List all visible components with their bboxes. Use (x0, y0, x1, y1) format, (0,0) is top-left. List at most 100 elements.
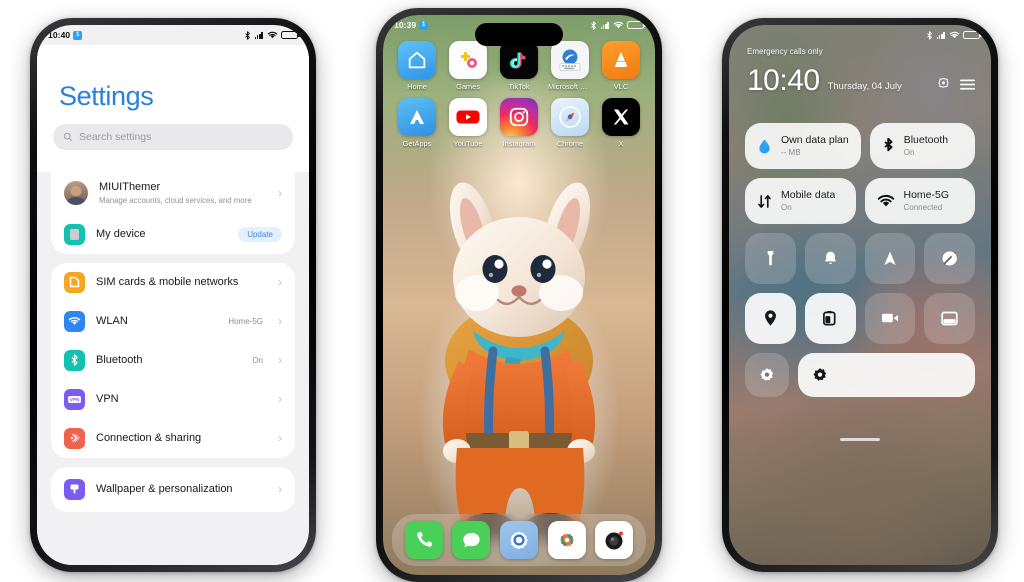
app-youtube[interactable]: YouTube (448, 98, 488, 148)
sim-card-icon (64, 271, 85, 293)
app-instagram[interactable]: Instagram (499, 98, 539, 148)
screen-recorder-toggle[interactable] (864, 292, 916, 344)
data-plan-tile[interactable]: Own data plan -- MB (745, 123, 861, 169)
battery-saver-toggle[interactable] (804, 292, 856, 344)
wallpaper-character (442, 182, 596, 541)
control-center-header: 10:40 Thursday, 04 July (747, 66, 975, 96)
carrier-label: Emergency calls only (747, 47, 823, 56)
sidebar-item-connection-sharing[interactable]: Connection & sharing › (51, 419, 295, 458)
connection-sharing-icon (64, 427, 85, 449)
app-games[interactable]: Games (448, 41, 488, 91)
tile-title: Bluetooth (903, 134, 949, 146)
dark-mode-toggle[interactable] (924, 233, 975, 284)
status-time: 10:39 (394, 20, 417, 30)
mobile-data-tile[interactable]: Mobile data On (745, 178, 856, 224)
tile-subtitle: -- MB (781, 147, 801, 157)
sidebar-item-vpn[interactable]: VPN VPN › (51, 380, 295, 419)
app-tiktok[interactable]: TikTok (499, 41, 539, 91)
device-text: My device (96, 228, 227, 242)
status-bar-right (244, 30, 300, 40)
app-x[interactable]: X (601, 98, 641, 148)
home-screen-phone: 10:39 1 Home Games TikTok Microsoft Sw V… (376, 8, 662, 582)
settings-scroll-area[interactable]: Settings Search settings MIUIThemer Mana… (37, 45, 309, 565)
status-time: 10:40 (48, 30, 71, 40)
camera-app-icon[interactable] (595, 521, 634, 559)
silent-toggle[interactable] (804, 233, 856, 284)
phone-app-icon[interactable] (404, 521, 443, 559)
search-input[interactable]: Search settings (53, 124, 293, 150)
x-app-icon (602, 98, 640, 136)
sidebar-item-sim[interactable]: SIM cards & mobile networks › (51, 263, 295, 302)
tiktok-app-icon (500, 41, 538, 79)
signal-icon (254, 31, 263, 39)
search-placeholder: Search settings (79, 131, 152, 143)
wifi-icon (949, 31, 959, 39)
settings-gear-icon[interactable] (936, 77, 951, 92)
status-bar-right (926, 30, 982, 40)
page-title: Settings (37, 45, 309, 124)
gps-toggle[interactable] (745, 292, 796, 344)
account-subtitle: Manage accounts, cloud services, and mor… (99, 195, 252, 205)
setting-label: Wallpaper & personalization (96, 482, 233, 495)
instagram-app-icon (500, 98, 538, 136)
menu-hamburger-icon[interactable] (960, 78, 975, 91)
split-screen-toggle[interactable] (924, 292, 975, 344)
account-text: MIUIThemer Manage accounts, cloud servic… (99, 181, 267, 206)
chevron-right-icon: › (278, 186, 282, 201)
app-label: Microsoft SwiftK... (548, 82, 592, 91)
app-chrome[interactable]: Chrome (550, 98, 590, 148)
navigation-arrow-icon (884, 251, 896, 265)
bluetooth-tile[interactable]: Bluetooth On (869, 123, 975, 169)
wifi-tile[interactable]: Home-5G Connected (864, 178, 975, 224)
battery-saver-icon (823, 310, 836, 326)
contrast-circle-icon (942, 251, 957, 266)
sidebar-item-wallpaper[interactable]: Wallpaper & personalization › (51, 467, 295, 512)
big-tile-row-2: Mobile data On Home-5G Connected (745, 178, 975, 224)
app-getapps[interactable]: GetApps (397, 98, 437, 148)
signal-icon (936, 31, 945, 39)
settings-app-icon[interactable] (499, 521, 538, 559)
tile-subtitle: Connected (903, 202, 943, 212)
setting-value: Home-5G (228, 316, 263, 326)
flower-badge-icon (760, 367, 774, 381)
toggle-row-2 (745, 292, 975, 344)
my-device-row[interactable]: My device Update (51, 215, 295, 254)
app-label: X (618, 139, 624, 148)
search-wrap: Search settings (37, 124, 309, 164)
status-bar-left: 10:39 1 (394, 20, 429, 30)
sidebar-item-wlan[interactable]: WLAN Home-5G › (51, 302, 295, 341)
theme-toggle-small[interactable] (745, 352, 789, 397)
sidebar-item-bluetooth[interactable]: Bluetooth On › (51, 341, 295, 380)
location-pin-icon (764, 310, 776, 326)
screenshot-stage: 10:40 1 Settings Search settings MIUIThe… (0, 0, 1024, 582)
bluetooth-icon (884, 137, 893, 152)
settings-screen: 10:40 1 Settings Search settings MIUIThe… (37, 25, 309, 565)
wifi-icon (613, 21, 623, 29)
settings-header: Settings Search settings (37, 45, 309, 172)
app-vlc[interactable]: VLC (601, 41, 641, 91)
big-tile-row-1: Own data plan -- MB Bluetooth On (745, 123, 975, 169)
getapps-app-icon (398, 98, 436, 136)
setting-label: Bluetooth (96, 353, 143, 366)
chevron-right-icon: › (278, 353, 282, 368)
brightness-slider[interactable] (798, 352, 975, 397)
flashlight-toggle[interactable] (745, 233, 796, 284)
mobile-data-icon (758, 194, 771, 208)
toggle-row-1 (745, 233, 975, 284)
vpn-icon: VPN (64, 388, 85, 410)
chevron-right-icon: › (278, 275, 282, 290)
app-home[interactable]: Home (397, 41, 437, 91)
date-label: Thursday, 04 July (827, 80, 902, 92)
home-app-icon (398, 41, 436, 79)
app-swiftkey[interactable]: Microsoft SwiftK... (548, 41, 592, 91)
location-toggle[interactable] (864, 233, 916, 284)
update-badge[interactable]: Update (238, 226, 282, 242)
personalization-card: Wallpaper & personalization › (51, 466, 295, 512)
photos-app-icon[interactable] (547, 521, 586, 559)
home-indicator[interactable] (840, 438, 880, 441)
account-row[interactable]: MIUIThemer Manage accounts, cloud servic… (51, 172, 295, 215)
battery-icon (627, 20, 646, 30)
app-label: Chrome (556, 139, 584, 148)
messages-app-icon[interactable] (452, 521, 491, 559)
bluetooth-icon (245, 30, 250, 40)
